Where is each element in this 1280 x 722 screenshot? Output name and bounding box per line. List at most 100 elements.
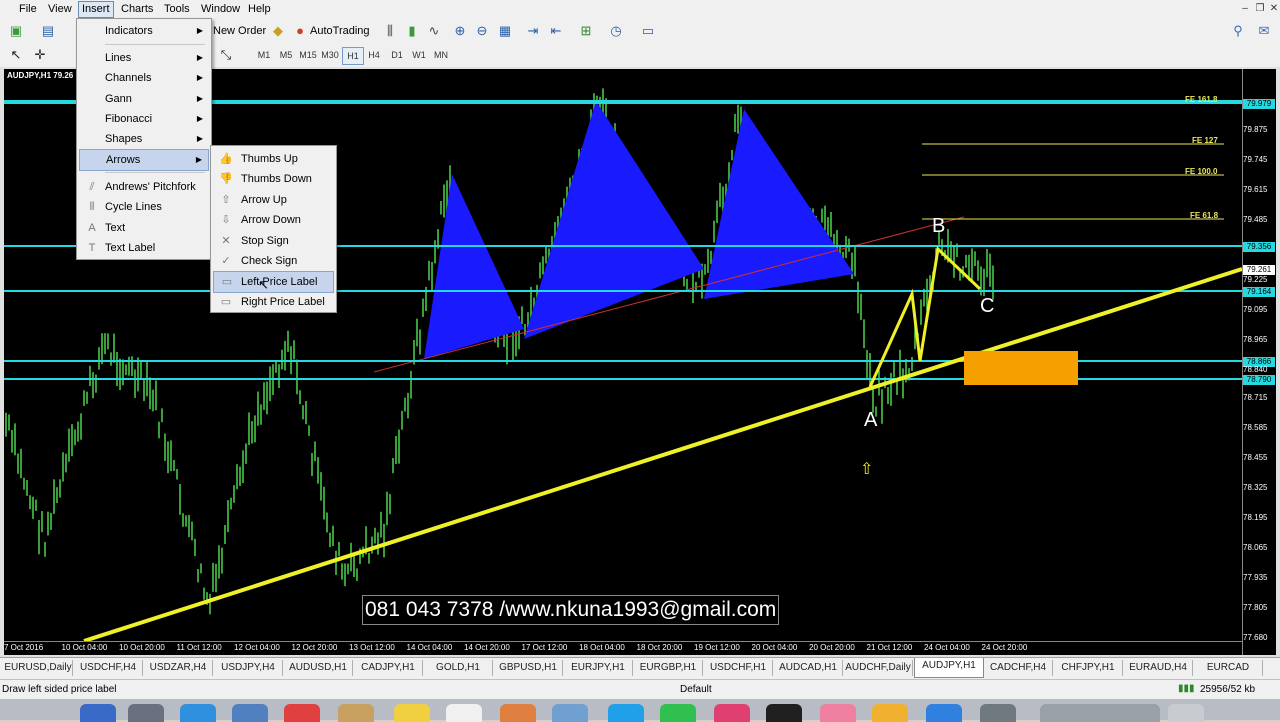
- menu-help[interactable]: Help: [245, 2, 274, 17]
- symbol-tab[interactable]: CHFJPY,H1: [1054, 660, 1123, 676]
- new-order-button[interactable]: New Order: [213, 23, 266, 39]
- symbol-tab[interactable]: EURCAD: [1194, 660, 1263, 676]
- preview-icon[interactable]: [552, 704, 588, 722]
- candlestick-icon[interactable]: ▮: [404, 23, 420, 39]
- bar-chart-icon[interactable]: ⫼: [382, 23, 398, 39]
- menu-item-shapes[interactable]: Shapes ▶: [79, 129, 209, 149]
- launchpad-icon[interactable]: [128, 704, 164, 722]
- symbol-tab[interactable]: CADJPY,H1: [354, 660, 423, 676]
- contacts-icon[interactable]: [338, 704, 374, 722]
- menu-item-text-label[interactable]: T Text Label: [79, 238, 209, 258]
- tf-h1[interactable]: H1: [342, 47, 364, 65]
- submenu-item-arrow-up[interactable]: ⇧ Arrow Up: [213, 190, 334, 210]
- menu-item-lines[interactable]: Lines ▶: [79, 48, 209, 68]
- symbol-tab[interactable]: EURAUD,H4: [1124, 660, 1193, 676]
- reminders-icon[interactable]: [446, 704, 482, 722]
- crosshair-icon[interactable]: ✛: [32, 47, 48, 63]
- symbol-tab[interactable]: GOLD,H1: [424, 660, 493, 676]
- tf-m1[interactable]: M1: [254, 47, 274, 63]
- menu-item-text[interactable]: A Text: [79, 218, 209, 238]
- tf-mn[interactable]: MN: [431, 47, 451, 63]
- autotrading-icon[interactable]: ●: [292, 23, 308, 39]
- calendar-icon[interactable]: [284, 704, 320, 722]
- chat-icon[interactable]: ✉: [1256, 23, 1272, 39]
- menu-tools[interactable]: Tools: [161, 2, 193, 17]
- tf-w1[interactable]: W1: [409, 47, 429, 63]
- finder-icon[interactable]: [80, 704, 116, 722]
- symbol-tab[interactable]: USDJPY,H4: [214, 660, 283, 676]
- close-icon[interactable]: ✕: [1267, 2, 1280, 15]
- time-tick: 18 Oct 20:00: [636, 643, 683, 652]
- mail-icon[interactable]: [232, 704, 268, 722]
- menu-view[interactable]: View: [45, 2, 75, 17]
- symbol-tab[interactable]: AUDUSD,H1: [284, 660, 353, 676]
- zoom-out-icon[interactable]: ⊖: [474, 23, 490, 39]
- search-icon[interactable]: ⚲: [1230, 23, 1246, 39]
- menu-item-arrows[interactable]: Arrows ▶: [79, 149, 209, 171]
- indicators-icon[interactable]: ⊞: [578, 23, 594, 39]
- system-preferences-icon[interactable]: [980, 704, 1016, 722]
- menu-charts[interactable]: Charts: [118, 2, 156, 17]
- trash-icon[interactable]: [1168, 704, 1204, 722]
- stocks-icon[interactable]: [766, 704, 802, 722]
- app-store-icon[interactable]: [926, 704, 962, 722]
- menu-item-andrews-pitchfork[interactable]: ⫽ Andrews' Pitchfork: [79, 177, 209, 197]
- menu-item-channels[interactable]: Channels ▶: [79, 68, 209, 88]
- submenu-item-thumbs-down[interactable]: 👎 Thumbs Down: [213, 169, 334, 189]
- symbol-tab[interactable]: AUDCHF,Daily: [844, 660, 913, 676]
- autoscroll-icon[interactable]: ⇤: [548, 23, 564, 39]
- symbol-tab[interactable]: EURUSD,Daily: [4, 660, 73, 676]
- submenu-item-left-price-label[interactable]: ▭ Left Price Label: [213, 271, 334, 293]
- photos-icon[interactable]: [820, 704, 856, 722]
- tf-h4[interactable]: H4: [364, 47, 384, 63]
- facetime-icon[interactable]: [660, 704, 696, 722]
- music-icon[interactable]: [714, 704, 750, 722]
- chart-shift-icon[interactable]: ⇥: [525, 23, 541, 39]
- menu-insert[interactable]: Insert: [78, 1, 114, 18]
- pages-icon[interactable]: [500, 704, 536, 722]
- periods-icon[interactable]: ◷: [608, 23, 624, 39]
- minimized-window-icon[interactable]: [1040, 704, 1160, 722]
- submenu-item-thumbs-up[interactable]: 👍 Thumbs Up: [213, 149, 334, 169]
- symbol-tab[interactable]: GBPUSD,H1: [494, 660, 563, 676]
- menu-item-cycle-lines[interactable]: ⦀ Cycle Lines: [79, 197, 209, 217]
- symbol-tab[interactable]: EURJPY,H1: [564, 660, 633, 676]
- symbol-tab[interactable]: USDCHF,H4: [74, 660, 143, 676]
- submenu-item-right-price-label[interactable]: ▭ Right Price Label: [213, 292, 334, 312]
- menu-item-gann[interactable]: Gann ▶: [79, 89, 209, 109]
- restore-icon[interactable]: ❐: [1253, 2, 1267, 15]
- ibooks-icon[interactable]: [872, 704, 908, 722]
- tile-windows-icon[interactable]: ▦: [497, 23, 513, 39]
- tf-m30[interactable]: M30: [320, 47, 340, 63]
- submenu-item-stop-sign[interactable]: ✕ Stop Sign: [213, 231, 334, 251]
- templates-icon[interactable]: ▭: [640, 23, 656, 39]
- symbol-tab[interactable]: EURGBP,H1: [634, 660, 703, 676]
- menu-file[interactable]: File: [16, 2, 40, 17]
- autotrading-button[interactable]: AutoTrading: [310, 23, 370, 39]
- tf-m5[interactable]: M5: [276, 47, 296, 63]
- tf-m15[interactable]: M15: [298, 47, 318, 63]
- submenu-item-arrow-down[interactable]: ⇩ Arrow Down: [213, 210, 334, 230]
- cursor-icon[interactable]: ↖: [8, 47, 24, 63]
- notes-icon[interactable]: [394, 704, 430, 722]
- symbol-tab[interactable]: USDCHF,H1: [704, 660, 773, 676]
- minimize-icon[interactable]: –: [1238, 2, 1252, 15]
- symbol-tab[interactable]: CADCHF,H4: [984, 660, 1053, 676]
- line-chart-icon[interactable]: ∿: [426, 23, 442, 39]
- symbol-tab[interactable]: AUDJPY,H1: [914, 658, 984, 678]
- submenu-item-check-sign[interactable]: ✓ Check Sign: [213, 251, 334, 271]
- profiles-icon[interactable]: ▤: [40, 23, 56, 39]
- messages-icon[interactable]: [608, 704, 644, 722]
- metaeditor-icon[interactable]: ◆: [270, 23, 286, 39]
- safari-icon[interactable]: [180, 704, 216, 722]
- menu-item-indicators[interactable]: Indicators ▶: [79, 21, 209, 41]
- menu-window[interactable]: Window: [198, 2, 243, 17]
- symbol-tab[interactable]: AUDCAD,H1: [774, 660, 843, 676]
- tf-d1[interactable]: D1: [387, 47, 407, 63]
- check-sign-icon: ✓: [221, 255, 231, 267]
- zoom-in-icon[interactable]: ⊕: [452, 23, 468, 39]
- drawing-tools-icon[interactable]: ⤡: [218, 47, 234, 63]
- new-chart-icon[interactable]: ▣: [8, 23, 24, 39]
- menu-item-fibonacci[interactable]: Fibonacci ▶: [79, 109, 209, 129]
- symbol-tab[interactable]: USDZAR,H4: [144, 660, 213, 676]
